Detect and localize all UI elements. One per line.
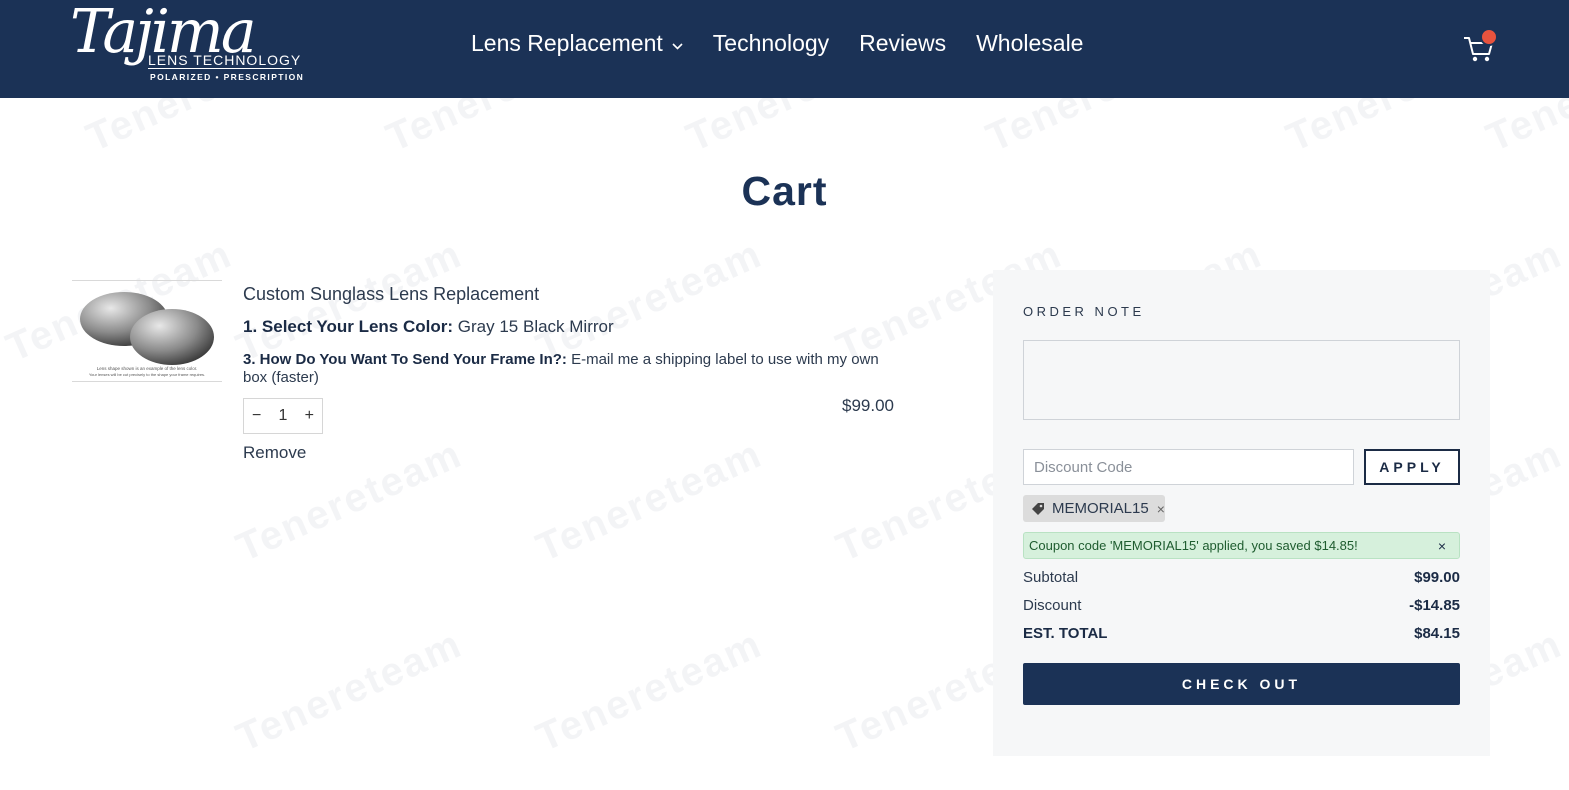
qty-decrease-button[interactable]: − (252, 407, 261, 425)
watermark-text: Tenereteam (980, 98, 1219, 161)
cart-count-badge (1480, 28, 1498, 46)
quantity-stepper: − 1 + (243, 398, 323, 434)
nav-technology[interactable]: Technology (713, 30, 829, 57)
page-title: Cart (741, 168, 828, 214)
subtotal-value: $99.00 (1414, 569, 1460, 586)
nav-lens-replacement[interactable]: Lens Replacement (471, 30, 683, 57)
item-price: $99.00 (842, 396, 894, 415)
brand-logo[interactable]: Tajima LENS TECHNOLOGY POLARIZED • PRESC… (70, 2, 303, 92)
product-title[interactable]: Custom Sunglass Lens Replacement (243, 284, 539, 305)
option-value: Gray 15 Black Mirror (457, 317, 614, 336)
total-value: $84.15 (1414, 625, 1460, 642)
order-note-field[interactable] (1023, 340, 1460, 420)
discount-value: -$14.85 (1409, 597, 1460, 614)
discount-label: Discount (1023, 597, 1082, 614)
image-caption-1: Lens shape shown is an example of the le… (97, 366, 198, 371)
main-nav: Lens Replacement Technology Reviews Whol… (471, 30, 1113, 57)
discount-code-input[interactable] (1023, 449, 1354, 485)
remove-item-link[interactable]: Remove (243, 443, 306, 463)
tag-icon (1031, 502, 1045, 516)
subtotal-label: Subtotal (1023, 569, 1079, 586)
apply-discount-button[interactable]: APPLY (1364, 449, 1460, 485)
total-label: EST. TOTAL (1023, 625, 1108, 642)
nav-reviews[interactable]: Reviews (859, 30, 946, 57)
coupon-code: MEMORIAL15 (1052, 500, 1149, 517)
order-note-label: ORDER NOTE (1023, 304, 1145, 319)
discount-row: Discount -$14.85 (1023, 597, 1460, 614)
qty-increase-button[interactable]: + (305, 407, 314, 425)
product-option-shipping: 3. How Do You Want To Send Your Frame In… (243, 351, 883, 387)
watermark-text: Tenereteam (530, 431, 769, 571)
subtotal-row: Subtotal $99.00 (1023, 569, 1460, 586)
product-option-lens-color: 1. Select Your Lens Color: Gray 15 Black… (243, 317, 614, 337)
watermark-text: Tenereteam (230, 621, 469, 761)
logo-tagline: LENS TECHNOLOGY (148, 52, 302, 68)
alert-message: Coupon code 'MEMORIAL15' applied, you sa… (1029, 538, 1358, 553)
image-caption-2: Your lenses will be cut precisely to the… (89, 372, 205, 377)
coupon-success-alert: Coupon code 'MEMORIAL15' applied, you sa… (1023, 532, 1460, 559)
chevron-down-icon (672, 38, 683, 53)
qty-value[interactable]: 1 (279, 407, 288, 425)
watermark-text: Tenereteam (530, 621, 769, 761)
checkout-button[interactable]: CHECK OUT (1023, 663, 1460, 705)
watermark-text: Tenereteam (80, 98, 319, 161)
watermark-text: Tenereteam (1480, 98, 1569, 161)
product-image[interactable]: Lens shape shown is an example of the le… (72, 280, 222, 382)
nav-label: Lens Replacement (471, 30, 663, 56)
remove-coupon-button[interactable]: × (1157, 501, 1165, 517)
site-header: Tajima LENS TECHNOLOGY POLARIZED • PRESC… (0, 0, 1569, 98)
logo-divider (148, 68, 292, 69)
watermark-text: Tenereteam (1280, 98, 1519, 161)
logo-subtagline: POLARIZED • PRESCRIPTION (150, 72, 305, 82)
watermark-text: Tenereteam (380, 98, 619, 161)
nav-wholesale[interactable]: Wholesale (976, 30, 1083, 57)
watermark-text: Tenereteam (680, 98, 919, 161)
option-label: 3. How Do You Want To Send Your Frame In… (243, 351, 567, 368)
option-label: 1. Select Your Lens Color: (243, 317, 454, 336)
applied-coupon-tag: MEMORIAL15 × (1023, 495, 1165, 522)
total-row: EST. TOTAL $84.15 (1023, 625, 1460, 642)
close-alert-button[interactable]: × (1438, 538, 1446, 554)
